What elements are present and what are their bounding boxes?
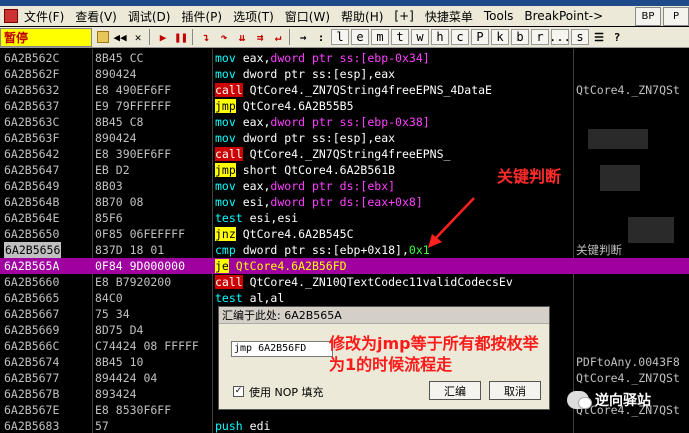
watermark: 逆向驿站 [567, 390, 651, 410]
nop-fill-checkbox[interactable]: ✓ [233, 386, 244, 397]
dialog-title: 汇编于此处: 6A2B565A [219, 307, 549, 324]
assemble-input[interactable]: jmp 6A2B56FD [231, 341, 333, 357]
wechat-logo-icon [567, 391, 592, 409]
nop-fill-label: 使用 NOP 填充 [249, 386, 324, 399]
modification-note: 修改为jmp等于所有都按枚举为1的时候流程走 [329, 334, 539, 374]
watermark-text: 逆向驿站 [595, 393, 651, 409]
assemble-button[interactable]: 汇编 [429, 381, 481, 400]
cancel-button[interactable]: 取消 [489, 381, 541, 400]
assemble-dialog: 汇编于此处: 6A2B565A jmp 6A2B56FD ✓ 使用 NOP 填充… [218, 306, 550, 410]
